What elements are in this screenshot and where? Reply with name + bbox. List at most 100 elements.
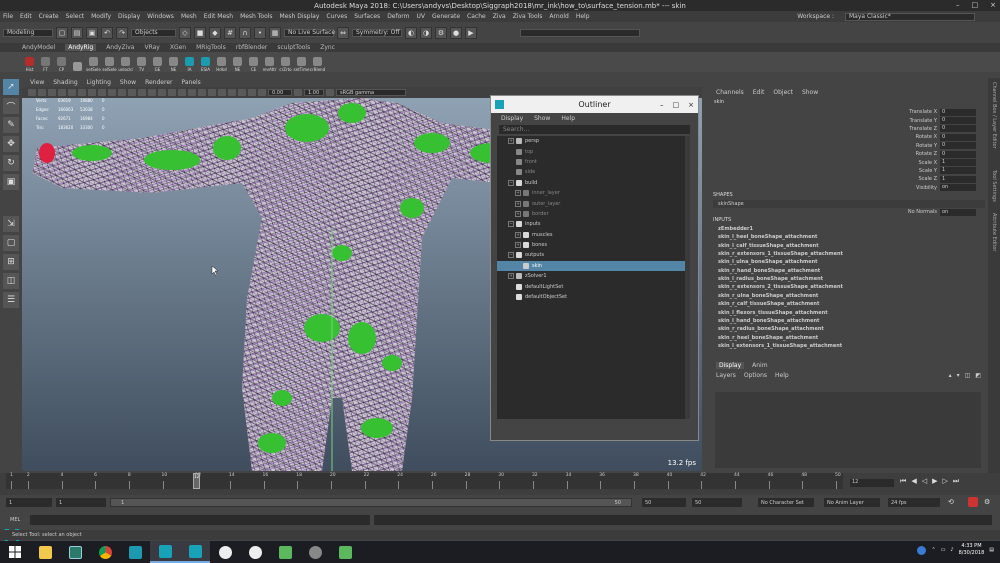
attr-value-scale-z[interactable]: 1 xyxy=(940,175,976,183)
side-tab-channel-box[interactable]: Channel Box / Layer Editor xyxy=(991,82,997,149)
start-button[interactable] xyxy=(0,541,30,563)
menu-ziva[interactable]: Ziva xyxy=(493,13,506,20)
outliner-menu-help[interactable]: Help xyxy=(561,115,575,122)
menu-generate[interactable]: Generate xyxy=(432,13,460,20)
undo-icon[interactable]: ↶ xyxy=(101,26,113,39)
network-icon[interactable]: ▭ xyxy=(941,547,946,553)
attr-value-visibility[interactable]: on xyxy=(940,184,976,192)
expand-toggle-icon[interactable]: + xyxy=(508,273,514,280)
aa-icon[interactable] xyxy=(198,89,206,96)
layer-menu-help[interactable]: Help xyxy=(775,372,789,379)
shelf-button-ne[interactable]: NE xyxy=(230,53,245,72)
shelf-tab-rbfblender[interactable]: rbfBlender xyxy=(236,44,268,51)
attr-value-rotate-x[interactable]: 0 xyxy=(940,133,976,141)
input-node-skin-r-extensors-2-tissueshape-attachment[interactable]: skin_r_extensors_2_tissueShape_attachmen… xyxy=(718,284,843,290)
outliner-item-inputs[interactable]: − inputs xyxy=(497,219,690,229)
input-node-skin-r-extensors-1-tissueshape-attachment[interactable]: skin_r_extensors_1_tissueShape_attachmen… xyxy=(718,251,843,257)
step-forward-icon[interactable]: ▷ xyxy=(942,477,947,486)
side-by-side-icon[interactable]: ◫ xyxy=(3,273,19,289)
outliner-item-zsolver1[interactable]: + zSolver1 xyxy=(497,271,690,281)
mel-input[interactable] xyxy=(30,515,370,525)
play-back-icon[interactable]: ◁ xyxy=(922,477,927,486)
attr-value-scale-y[interactable]: 1 xyxy=(940,167,976,175)
outliner-item-bones[interactable]: + bones xyxy=(497,240,690,250)
shelf-tab-xgen[interactable]: XGen xyxy=(170,44,186,51)
channel-menu-object[interactable]: Object xyxy=(773,89,793,96)
snap-surface-icon[interactable]: ▦ xyxy=(269,26,281,39)
open-scene-icon[interactable]: ▤ xyxy=(71,26,83,39)
menu-ziva-tools[interactable]: Ziva Tools xyxy=(513,13,543,20)
menu-mesh[interactable]: Mesh xyxy=(181,13,197,20)
menu-create[interactable]: Create xyxy=(39,13,59,20)
outliner-item-top[interactable]: top xyxy=(497,146,690,156)
outliner-close-button[interactable]: × xyxy=(688,101,694,109)
smooth-shade-icon[interactable] xyxy=(138,89,146,96)
taskbar-maya-2[interactable] xyxy=(180,541,210,563)
menu-modify[interactable]: Modify xyxy=(91,13,111,20)
outliner-item-build[interactable]: − build xyxy=(497,178,690,188)
symmetry-icon[interactable]: ⇔ xyxy=(337,26,349,39)
shelf-button-item[interactable] xyxy=(70,53,85,72)
viewport-menu-panels[interactable]: Panels xyxy=(181,79,200,86)
shelf-button-ge[interactable]: GE xyxy=(150,53,165,72)
shelf-tab-sculpttools[interactable]: sculptTools xyxy=(277,44,310,51)
expand-toggle-icon[interactable]: + xyxy=(515,242,521,249)
input-node-skin-r-heel-boneshape-attachment[interactable]: skin_r_heel_boneShape_attachment xyxy=(718,335,818,341)
current-frame-field[interactable]: 12 xyxy=(850,479,894,487)
channel-menu-channels[interactable]: Channels xyxy=(716,89,744,96)
maximize-button[interactable]: □ xyxy=(972,1,979,9)
shelf-tab-mrigtools[interactable]: MRigTools xyxy=(196,44,226,51)
shelf-tab-vray[interactable]: VRay xyxy=(144,44,159,51)
taskbar-camtasia[interactable] xyxy=(270,541,300,563)
shelf-button-revattr[interactable]: revAttr xyxy=(262,53,277,72)
expand-toggle-icon[interactable]: + xyxy=(515,200,521,207)
outliner-layout-icon[interactable]: ☰ xyxy=(3,292,19,308)
outliner-item-outputs[interactable]: − outputs xyxy=(497,250,690,260)
menu-curves[interactable]: Curves xyxy=(326,13,347,20)
layer-menu-options[interactable]: Options xyxy=(744,372,767,379)
taskbar-app-web[interactable] xyxy=(300,541,330,563)
outliner-item-border[interactable]: + border xyxy=(497,209,690,219)
render-icon[interactable]: ◐ xyxy=(405,26,417,39)
paint-select-icon[interactable]: ✎ xyxy=(3,117,19,133)
anim-start-field[interactable]: 1 xyxy=(6,498,52,507)
input-node-skin-r-hand-boneshape-attachment[interactable]: skin_r_hand_boneShape_attachment xyxy=(718,268,820,274)
fps-dropdown[interactable]: 24 fps xyxy=(888,498,940,507)
layer-move-up-icon[interactable]: ▴ xyxy=(949,372,952,379)
help-icon[interactable] xyxy=(917,545,927,555)
notifications-icon[interactable]: ▤ xyxy=(989,547,994,553)
exposure-field[interactable]: 0.00 xyxy=(268,89,292,96)
rotate-tool-icon[interactable]: ↻ xyxy=(3,155,19,171)
ao-icon[interactable] xyxy=(178,89,186,96)
menu-set-dropdown[interactable]: Modeling xyxy=(3,28,53,37)
gamma-icon[interactable] xyxy=(294,89,302,96)
menu-uv[interactable]: UV xyxy=(417,13,426,20)
taskbar-app-house[interactable] xyxy=(120,541,150,563)
shadows-icon[interactable] xyxy=(168,89,176,96)
menu-help[interactable]: Help xyxy=(576,13,590,20)
lights-icon[interactable] xyxy=(158,89,166,96)
taskbar-camtasia-2[interactable] xyxy=(330,541,360,563)
redo-icon[interactable]: ↷ xyxy=(116,26,128,39)
viewport-menu-show[interactable]: Show xyxy=(120,79,136,86)
input-node-zembedder1[interactable]: zEmbedder1 xyxy=(718,226,753,232)
input-node-skin-l-heel-boneshape-attachment[interactable]: skin_l_heel_boneShape_attachment xyxy=(718,234,817,240)
render-settings-icon[interactable]: ⚙ xyxy=(435,26,447,39)
single-pane-icon[interactable]: ▢ xyxy=(3,235,19,251)
attr-value-rotate-y[interactable]: 0 xyxy=(940,142,976,150)
camera-icon[interactable] xyxy=(28,89,36,96)
viewport-menu-shading[interactable]: Shading xyxy=(53,79,77,86)
anim-prefs-icon[interactable]: ⚙ xyxy=(984,498,990,506)
shelf-button-crblend[interactable]: crBlend xyxy=(310,53,325,72)
expand-toggle-icon[interactable]: − xyxy=(508,221,514,228)
layer-menu-layers[interactable]: Layers xyxy=(716,372,736,379)
timeline-ticks[interactable]: 1246810121416182022242628303234363840424… xyxy=(6,473,843,489)
last-tool-icon[interactable]: ⇲ xyxy=(3,216,19,232)
shelf-button-unlockl[interactable]: unlockl xyxy=(118,53,133,72)
outliner-item-defaultobjectset[interactable]: defaultObjectSet xyxy=(497,292,690,302)
viewport-menu-view[interactable]: View xyxy=(30,79,44,86)
outliner-scrollbar[interactable] xyxy=(685,136,690,419)
menu-display[interactable]: Display xyxy=(118,13,140,20)
loop-icon[interactable]: ⟲ xyxy=(948,498,954,506)
taskbar-unity-2[interactable] xyxy=(240,541,270,563)
